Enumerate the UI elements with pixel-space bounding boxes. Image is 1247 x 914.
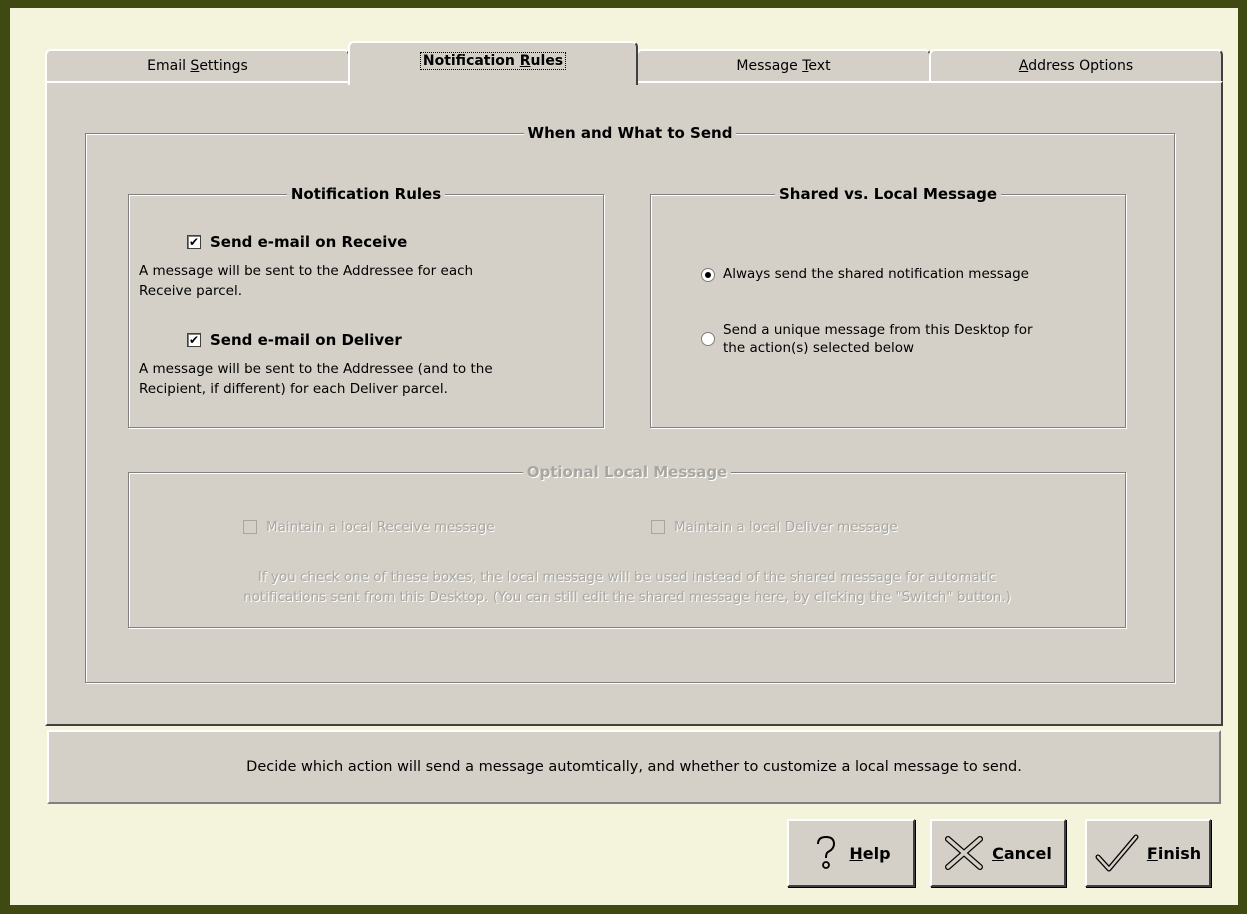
radio-selected-icon (701, 268, 715, 282)
notification-rules-group: Notification Rules ✔ Send e-mail on Rece… (128, 185, 604, 428)
finish-button[interactable]: Finish (1085, 819, 1211, 887)
focus-rect: Notification Rules (419, 52, 567, 70)
group-title: Optional Local Message (522, 463, 732, 481)
receive-checkbox[interactable]: ✔ Send e-mail on Receive (187, 233, 407, 251)
shared-local-group: Shared vs. Local Message Always send the… (650, 185, 1126, 428)
checkbox-label: Send e-mail on Receive (210, 233, 408, 251)
optional-note: If you check one of these boxes, the loc… (129, 567, 1125, 607)
tab-label: ules (530, 53, 564, 69)
checkbox-label: Maintain a local Receive message (266, 519, 495, 535)
note-line: notifications sent from this Desktop. (Y… (243, 589, 1011, 605)
tab-label: Email (147, 58, 191, 74)
note-line: If you check one of these boxes, the loc… (257, 569, 997, 585)
optional-local-group: Optional Local Message Maintain a local … (128, 463, 1126, 628)
help-button[interactable]: Help (787, 819, 915, 887)
radio-unselected-icon (701, 332, 715, 346)
mnemonic: F (1146, 843, 1158, 863)
when-what-group: When and What to Send Notification Rules… (85, 124, 1175, 683)
desc-line: A message will be sent to the Addressee … (139, 263, 474, 279)
button-label: elp (862, 843, 891, 863)
radio-label-line: the action(s) selected below (723, 340, 915, 356)
desc-line: Receive parcel. (139, 283, 243, 299)
dialog-window: Email Settings Notification Rules Messag… (10, 8, 1238, 905)
desc-line: Recipient, if different) for each Delive… (139, 381, 448, 397)
radio-shared-message[interactable]: Always send the shared notification mess… (701, 265, 1029, 283)
desc-line: A message will be sent to the Addressee … (139, 361, 493, 377)
tab-mnemonic: S (190, 58, 200, 74)
tab-label: ext (808, 58, 831, 74)
radio-unique-message[interactable]: Send a unique message from this Desktop … (701, 321, 1033, 357)
radio-label-line: Send a unique message from this Desktop … (723, 322, 1033, 338)
group-title: Shared vs. Local Message (775, 185, 1001, 203)
tab-mnemonic: R (519, 53, 531, 69)
deliver-checkbox[interactable]: ✔ Send e-mail on Deliver (187, 331, 402, 349)
tab-notification-rules[interactable]: Notification Rules (348, 41, 638, 85)
tab-panel: When and What to Send Notification Rules… (45, 81, 1223, 726)
radio-label: Always send the shared notification mess… (723, 266, 1029, 282)
status-bar: Decide which action will send a message … (47, 730, 1221, 804)
tab-label: Message (736, 58, 803, 74)
checkbox-checked-icon: ✔ (187, 235, 201, 249)
checkmark-icon (1095, 834, 1139, 872)
checkbox-empty-icon (651, 520, 665, 534)
deliver-description: A message will be sent to the Addressee … (139, 359, 493, 399)
radio-label: Send a unique message from this Desktop … (723, 321, 1033, 357)
tab-label: ddress Options (1028, 58, 1134, 74)
receive-description: A message will be sent to the Addressee … (139, 261, 473, 301)
tab-address-options[interactable]: Address Options (929, 49, 1223, 83)
local-receive-checkbox[interactable]: Maintain a local Receive message (243, 519, 495, 535)
checkbox-label: Send e-mail on Deliver (210, 331, 402, 349)
mnemonic: H (849, 843, 863, 863)
question-icon (817, 835, 836, 869)
button-label: inish (1157, 843, 1202, 863)
group-title: When and What to Send (523, 124, 737, 142)
tab-label: Notification (422, 53, 520, 69)
checkbox-empty-icon (243, 520, 257, 534)
tab-label: ettings (199, 58, 248, 74)
tab-strip: Email Settings Notification Rules Messag… (45, 41, 1223, 85)
checkbox-label: Maintain a local Deliver message (674, 519, 898, 535)
button-label: ancel (1003, 843, 1052, 863)
group-title: Notification Rules (286, 185, 446, 203)
x-icon (945, 836, 984, 870)
local-deliver-checkbox[interactable]: Maintain a local Deliver message (651, 519, 898, 535)
mnemonic: C (992, 843, 1004, 863)
status-text: Decide which action will send a message … (246, 759, 1022, 775)
cancel-button[interactable]: Cancel (930, 819, 1066, 887)
tab-message-text[interactable]: Message Text (636, 49, 931, 83)
tab-email-settings[interactable]: Email Settings (45, 49, 350, 83)
tab-mnemonic: A (1018, 58, 1029, 74)
checkbox-checked-icon: ✔ (187, 333, 201, 347)
